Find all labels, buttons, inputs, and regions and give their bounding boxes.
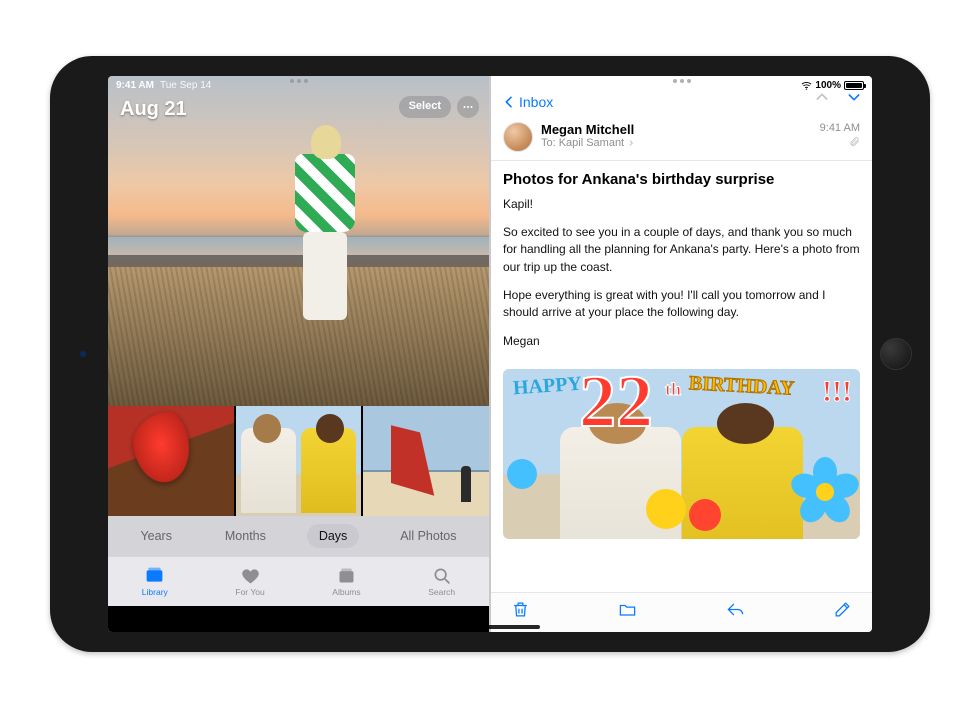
message-body: Kapil! So excited to see you in a couple… <box>491 192 872 370</box>
trash-button[interactable] <box>511 600 530 624</box>
recipient-row[interactable]: To: Kapil Samant <box>541 137 812 149</box>
mail-toolbar <box>491 592 872 632</box>
status-bar-left: 9:41 AM Tue Sep 14 <box>116 80 211 91</box>
prev-message-button[interactable] <box>814 89 830 110</box>
overlay-number: 22 <box>579 373 653 432</box>
sender-avatar[interactable] <box>503 122 533 152</box>
ellipsis-icon <box>462 101 474 113</box>
photo-thumbnails-row <box>108 406 489 516</box>
search-icon <box>431 565 452 586</box>
next-message-button[interactable] <box>846 89 862 110</box>
compose-button[interactable] <box>833 600 852 624</box>
select-button[interactable]: Select <box>399 96 451 118</box>
chevron-right-icon <box>627 139 635 147</box>
photos-tab-bar: Library For You Albums Search <box>108 556 489 606</box>
status-bar-right: 100% <box>801 80 864 91</box>
message-time: 9:41 AM <box>820 122 860 134</box>
segment-allphotos[interactable]: All Photos <box>388 524 468 548</box>
thumbnail-2[interactable] <box>236 406 362 516</box>
mail-app-pane: 100% Inbox Megan Mitchell To: <box>491 76 872 632</box>
status-time: 9:41 AM <box>116 80 154 91</box>
albums-icon <box>336 565 357 586</box>
reply-button[interactable] <box>726 600 745 624</box>
chevron-left-icon <box>501 94 517 110</box>
sender-name[interactable]: Megan Mitchell <box>541 122 812 137</box>
more-button[interactable] <box>457 96 479 118</box>
recipient-name: Kapil Samant <box>559 137 624 149</box>
hero-photo-subject <box>279 128 371 338</box>
flower-sticker <box>794 461 856 523</box>
back-to-inbox[interactable]: Inbox <box>501 94 553 110</box>
battery-percent: 100% <box>815 80 841 91</box>
library-icon <box>144 565 165 586</box>
compose-icon <box>833 600 852 619</box>
overlay-birthday: BIRTHDAY <box>688 372 794 400</box>
home-indicator[interactable] <box>440 625 540 629</box>
segment-years[interactable]: Years <box>128 524 184 548</box>
multitask-pill-left[interactable] <box>290 79 308 83</box>
tab-library[interactable]: Library <box>142 565 168 597</box>
tab-albums[interactable]: Albums <box>332 565 360 597</box>
chevron-down-icon <box>846 89 862 105</box>
status-date: Tue Sep 14 <box>160 80 211 91</box>
body-paragraph-1: So excited to see you in a couple of day… <box>503 224 860 276</box>
multitask-pill-right[interactable] <box>673 79 691 83</box>
view-segment-control[interactable]: Years Months Days All Photos <box>108 516 489 556</box>
foryou-icon <box>240 565 261 586</box>
hero-photo[interactable]: Aug 21 Select <box>108 76 489 406</box>
home-button[interactable] <box>880 338 912 370</box>
body-greeting: Kapil! <box>503 196 860 213</box>
body-paragraph-2: Hope everything is great with you! I'll … <box>503 287 860 322</box>
wifi-icon <box>801 80 812 91</box>
segment-months[interactable]: Months <box>213 524 278 548</box>
ipad-device-frame: 9:41 AM Tue Sep 14 Aug 21 Select <box>50 56 930 652</box>
front-camera <box>80 351 86 357</box>
segment-days[interactable]: Days <box>307 524 359 548</box>
overlay-happy: HAPPY <box>512 373 582 401</box>
overlay-th: th <box>665 379 681 400</box>
tab-foryou[interactable]: For You <box>235 565 264 597</box>
trash-icon <box>511 600 530 619</box>
attachment-image[interactable]: HAPPY 22 th BIRTHDAY !!! <box>503 369 860 539</box>
body-signoff: Megan <box>503 333 860 350</box>
reply-icon <box>726 600 745 619</box>
tab-search[interactable]: Search <box>428 565 455 597</box>
message-header: Megan Mitchell To: Kapil Samant 9:41 AM <box>491 114 872 161</box>
chevron-up-icon <box>814 89 830 105</box>
attachment-icon <box>849 136 860 147</box>
photos-app-pane: 9:41 AM Tue Sep 14 Aug 21 Select <box>108 76 489 632</box>
folder-icon <box>618 600 637 619</box>
move-button[interactable] <box>618 600 637 624</box>
screen: 9:41 AM Tue Sep 14 Aug 21 Select <box>108 76 872 632</box>
thumbnail-3[interactable] <box>363 406 489 516</box>
message-subject: Photos for Ankana's birthday surprise <box>491 161 872 192</box>
battery-icon <box>844 81 864 90</box>
thumbnail-1[interactable] <box>108 406 234 516</box>
hero-date-title: Aug 21 <box>120 98 187 121</box>
overlay-exclaim: !!! <box>822 375 852 409</box>
